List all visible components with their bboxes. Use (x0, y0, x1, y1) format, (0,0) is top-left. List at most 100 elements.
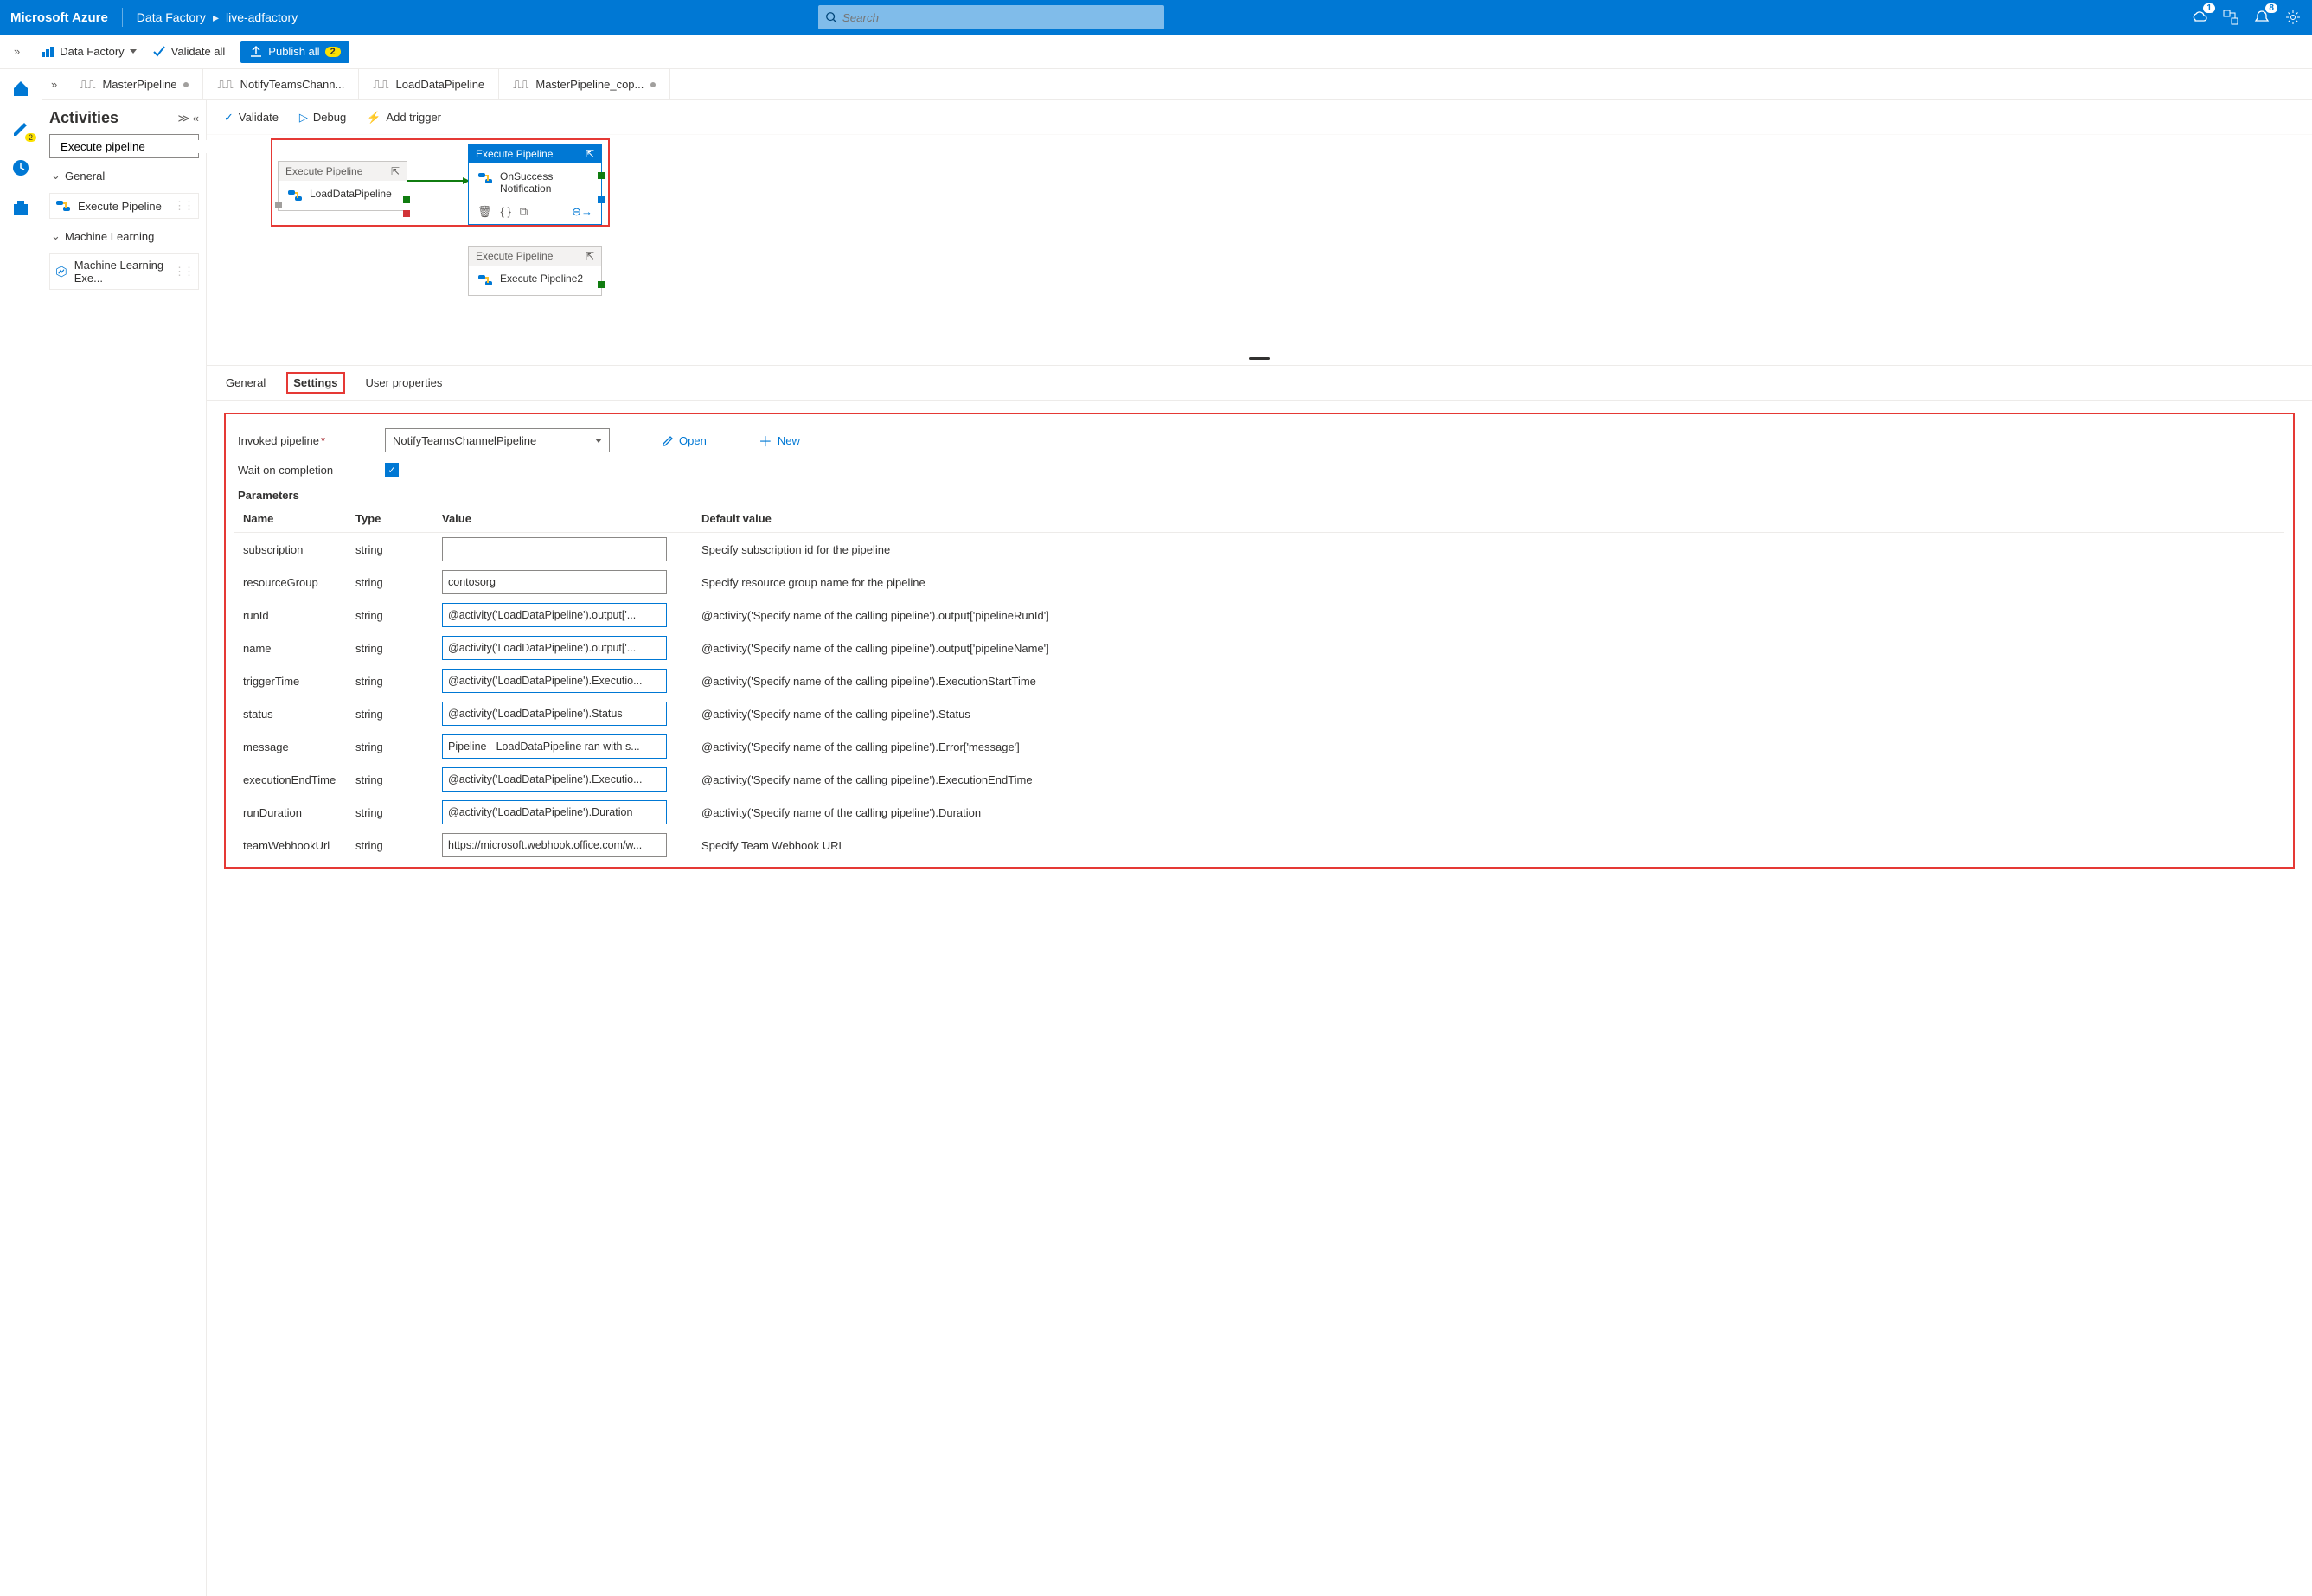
param-value-input[interactable]: @activity('LoadDataPipeline').Executio..… (442, 669, 667, 693)
copy-icon[interactable]: ⧉ (520, 205, 528, 219)
activity-ml-execute[interactable]: Machine Learning Exe... ⋮⋮ (49, 253, 199, 290)
node-onsuccess-notification[interactable]: Execute Pipeline⇱ OnSuccess Notification… (468, 144, 602, 225)
activities-group-ml[interactable]: ⌄ Machine Learning (49, 226, 199, 247)
pipeline-icon (477, 170, 493, 186)
activities-collapse-icon[interactable]: ≫ « (178, 112, 199, 125)
node-name-line2: Notification (500, 183, 553, 195)
tab-user-properties[interactable]: User properties (364, 373, 445, 393)
param-type: string (347, 697, 433, 730)
expand-icon[interactable]: ⇱ (391, 165, 400, 177)
notifications-icon[interactable]: 8 (2253, 9, 2270, 26)
param-value-input[interactable]: @activity('LoadDataPipeline').output['..… (442, 603, 667, 627)
tab-label: MasterPipeline (102, 78, 176, 91)
pipeline-icon: ⎍⎍ (217, 78, 233, 92)
node-execute-pipeline2[interactable]: Execute Pipeline⇱ Execute Pipeline2 (468, 246, 602, 296)
wait-checkbox[interactable]: ✓ (385, 463, 399, 477)
param-value-input[interactable] (442, 537, 667, 561)
param-value-input[interactable]: https://microsoft.webhook.office.com/w..… (442, 833, 667, 857)
invoked-pipeline-row: Invoked pipeline* NotifyTeamsChannelPipe… (234, 423, 2284, 458)
col-default: Default value (693, 505, 2284, 533)
invoked-pipeline-select[interactable]: NotifyTeamsChannelPipeline (385, 428, 610, 452)
activities-search-input[interactable] (61, 140, 214, 153)
handle-completion[interactable] (598, 196, 605, 203)
handle-success[interactable] (598, 172, 605, 179)
pipeline-canvas[interactable]: Execute Pipeline⇱ LoadDataPipeline Exec (207, 135, 2312, 351)
handle-fail[interactable] (403, 210, 410, 217)
param-value-input[interactable]: @activity('LoadDataPipeline').Duration (442, 800, 667, 824)
expand-icon[interactable]: ⇱ (586, 250, 594, 262)
param-value-input[interactable]: @activity('LoadDataPipeline').Executio..… (442, 767, 667, 792)
node-name: Execute Pipeline2 (500, 272, 583, 285)
body-split: Activities ≫ « ⌄ General Execute Pipelin… (42, 100, 2312, 1596)
collapse-left-icon[interactable]: » (9, 45, 25, 58)
activities-search[interactable] (49, 134, 199, 158)
breadcrumb-0[interactable]: Data Factory (137, 10, 206, 24)
param-row: messagestringPipeline - LoadDataPipeline… (234, 730, 2284, 763)
tab-general[interactable]: General (224, 373, 267, 393)
code-icon[interactable]: { } (501, 205, 511, 219)
validate-button[interactable]: ✓ Validate (224, 111, 279, 125)
activities-panel: Activities ≫ « ⌄ General Execute Pipelin… (42, 100, 207, 1596)
wait-label: Wait on completion (238, 464, 368, 477)
open-pipeline-button[interactable]: Open (662, 434, 707, 447)
bell-badge: 8 (2265, 3, 2277, 13)
param-name: subscription (234, 533, 347, 567)
publish-all-button[interactable]: Publish all 2 (240, 41, 349, 63)
rail-monitor[interactable] (9, 156, 33, 180)
param-row: resourceGroupstringcontosorgSpecify reso… (234, 566, 2284, 599)
col-type: Type (347, 505, 433, 533)
invoked-pipeline-label: Invoked pipeline* (238, 434, 368, 447)
cloud-icon[interactable]: 1 (2191, 9, 2208, 26)
breadcrumb-1[interactable]: live-adfactory (226, 10, 298, 24)
rail-manage[interactable] (9, 195, 33, 220)
handle-success[interactable] (403, 196, 410, 203)
rail-home[interactable] (9, 76, 33, 100)
param-name: triggerTime (234, 664, 347, 697)
tab-masterpipeline-copy[interactable]: ⎍⎍ MasterPipeline_cop... (499, 69, 670, 99)
activity-execute-pipeline[interactable]: Execute Pipeline ⋮⋮ (49, 193, 199, 219)
resize-grip[interactable] (207, 351, 2312, 365)
pipeline-icon: ⎍⎍ (80, 78, 95, 92)
handle-in[interactable] (275, 202, 282, 208)
dirty-dot-icon (650, 82, 656, 87)
connector-arrow (407, 176, 470, 185)
brand: Microsoft Azure (10, 10, 108, 25)
activities-group-general[interactable]: ⌄ General (49, 165, 199, 186)
breadcrumb-sep: ▸ (213, 10, 219, 25)
feedback-icon[interactable] (2222, 9, 2239, 26)
tab-masterpipeline[interactable]: ⎍⎍ MasterPipeline (66, 69, 203, 99)
add-trigger-button[interactable]: ⚡ Add trigger (367, 111, 441, 125)
tab-loaddata[interactable]: ⎍⎍ LoadDataPipeline (359, 69, 499, 99)
factory-dropdown[interactable]: Data Factory (41, 45, 136, 59)
param-value-input[interactable]: @activity('LoadDataPipeline').Status (442, 702, 667, 726)
properties-tabs: General Settings User properties (207, 366, 2312, 401)
param-value-input[interactable]: Pipeline - LoadDataPipeline ran with s..… (442, 734, 667, 759)
handle-success[interactable] (598, 281, 605, 288)
breadcrumb[interactable]: Data Factory ▸ live-adfactory (137, 10, 298, 25)
rail-author[interactable]: 2 (9, 116, 33, 140)
validate-all-button[interactable]: Validate all (152, 45, 226, 59)
param-row: runIdstring@activity('LoadDataPipeline')… (234, 599, 2284, 631)
search-input[interactable] (842, 11, 1157, 24)
settings-body: Invoked pipeline* NotifyTeamsChannelPipe… (207, 401, 2312, 1596)
expand-icon[interactable]: ⇱ (586, 148, 594, 160)
tab-notifyteams[interactable]: ⎍⎍ NotifyTeamsChann... (203, 69, 359, 99)
node-loaddatapipeline[interactable]: Execute Pipeline⇱ LoadDataPipeline (278, 161, 407, 211)
trigger-icon: ⚡ (367, 111, 381, 125)
param-value-input[interactable]: contosorg (442, 570, 667, 594)
param-name: executionEndTime (234, 763, 347, 796)
properties-panel: General Settings User properties Invoked… (207, 365, 2312, 1596)
param-value-input[interactable]: @activity('LoadDataPipeline').output['..… (442, 636, 667, 660)
param-row: namestring@activity('LoadDataPipeline').… (234, 631, 2284, 664)
pipeline-icon: ⎍⎍ (513, 78, 528, 92)
new-pipeline-button[interactable]: ＋ New (759, 430, 800, 451)
global-search[interactable] (818, 5, 1164, 29)
param-type: string (347, 631, 433, 664)
tabs-collapse-icon[interactable]: » (42, 69, 66, 99)
delete-icon[interactable]: 🗑 (477, 205, 492, 219)
settings-icon[interactable] (2284, 9, 2302, 26)
debug-button[interactable]: ▷ Debug (299, 111, 346, 125)
chevron-down-icon (595, 439, 602, 443)
tab-settings[interactable]: Settings (286, 372, 344, 394)
deactivate-icon[interactable]: ⊖→ (572, 205, 592, 219)
